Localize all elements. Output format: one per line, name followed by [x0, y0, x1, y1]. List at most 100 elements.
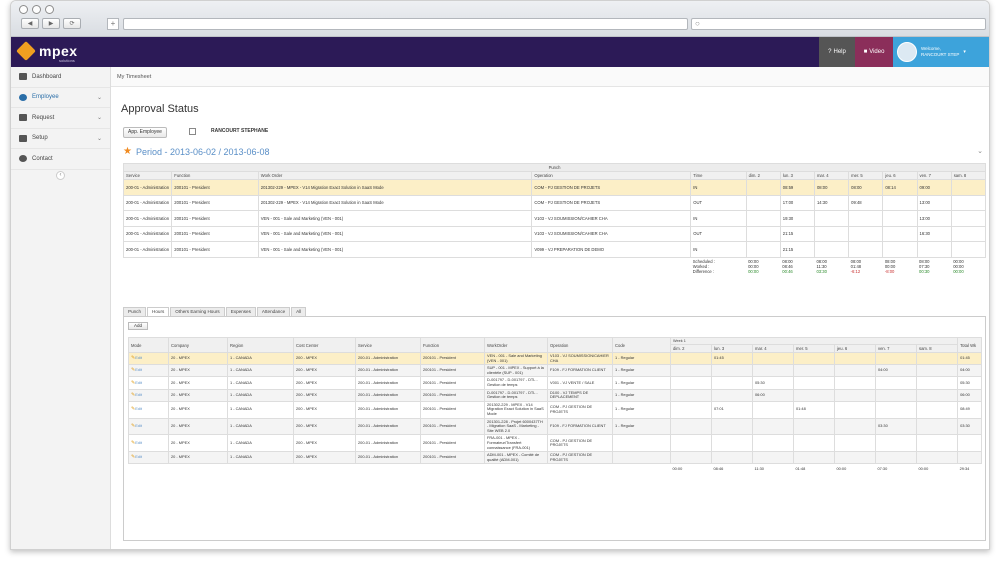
video-icon: ■	[863, 49, 868, 55]
employee-checkbox[interactable]	[189, 128, 196, 135]
maximize-window-icon[interactable]	[45, 5, 54, 14]
minimize-window-icon[interactable]	[32, 5, 41, 14]
day-hours-cell	[834, 434, 876, 453]
edit-link[interactable]: ✎Edit	[128, 417, 169, 436]
period-expand-chevron-icon[interactable]: ⌄	[977, 147, 983, 155]
back-button[interactable]: ◀	[21, 18, 39, 29]
punch-cell: 200-01 - Administration	[122, 194, 173, 211]
browser-window: ◀ ▶ ⟳ + ○ mpex solutions ? Help ■ Video We…	[10, 0, 990, 550]
app-employee-button[interactable]: App. Employee	[123, 127, 167, 138]
punch-cell: 09:48	[848, 194, 884, 211]
totals-label: Scheduled : Worked : Difference :	[692, 258, 715, 274]
browser-search-bar[interactable]: ○	[691, 18, 986, 30]
tab-punch[interactable]: Punch	[123, 307, 147, 316]
edit-link[interactable]: ✎Edit	[128, 434, 169, 453]
punch-column-header: dim. 2	[745, 171, 781, 180]
punch-cell	[813, 241, 850, 258]
hours-row[interactable]: ✎Edit 20 - MPEX 1 - CANADA 200 - MPEX 200-01…	[128, 434, 983, 453]
punch-cell: V103 - VJ SOUMISSION/CAHIER CHA	[531, 225, 692, 242]
hours-cell-wo: 201301-228 - Projet 6000437TH - Migratio…	[484, 417, 548, 436]
video-button[interactable]: ■ Video	[855, 37, 893, 67]
hours-row[interactable]: ✎Edit 20 - MPEX 1 - CANADA 200 - MPEX 200-01…	[128, 417, 983, 436]
sidebar-item-dashboard[interactable]: Dashboard	[11, 67, 110, 88]
day-hours-cell	[915, 364, 959, 378]
hours-row[interactable]: ✎Edit 20 - MPEX 1 - CANADA 200 - MPEX 200-01…	[128, 400, 983, 419]
edit-link[interactable]: ✎Edit	[128, 451, 169, 465]
hours-cell-wo: ADM-001 - MPEX - Comité de qualité (ADM-…	[484, 451, 548, 465]
help-button[interactable]: ? Help	[819, 37, 855, 67]
punch-row[interactable]: 200-01 - Administration 200101 - Presiden…	[122, 225, 987, 242]
punch-row[interactable]: 200-01 - Administration 200101 - Presiden…	[122, 241, 987, 258]
punch-row[interactable]: 200-01 - Administration 200101 - Presiden…	[122, 194, 987, 211]
punch-cell: COM - PJ GESTION DE PROJETS	[531, 194, 692, 211]
edit-link[interactable]: ✎Edit	[128, 376, 169, 390]
user-menu[interactable]: Welcome, RANCOURT STEP ▾	[893, 37, 989, 67]
tab-others-earning-hours[interactable]: Others Earning Hours	[170, 307, 225, 316]
total-difference: -8:00	[884, 268, 895, 274]
row-total-cell: 03:30	[957, 417, 983, 436]
punch-cell: 200101 - President	[171, 210, 259, 227]
add-button[interactable]: Add	[128, 322, 148, 330]
hours-cell-op: COM - PJ GESTION DE PROJETS	[547, 400, 613, 419]
tab-expenses[interactable]: Expenses	[225, 307, 256, 316]
row-total-cell	[957, 434, 983, 453]
hours-row[interactable]: ✎Edit 20 - MPEX 1 - CANADA 200 - MPEX 200-01…	[128, 376, 983, 390]
punch-row[interactable]: 200-01 - Administration 200101 - Presiden…	[122, 179, 987, 196]
tab-attendance[interactable]: Attendance	[256, 307, 291, 316]
day-hours-cell	[793, 388, 835, 402]
sidebar-item-employee[interactable]: Employee ⌄	[11, 88, 110, 108]
punch-cell: 201302-229 - MPEX - V14 Migration Exact …	[257, 179, 533, 196]
punch-cell	[950, 210, 987, 227]
close-window-icon[interactable]	[19, 5, 28, 14]
hours-cell-function: 200101 - President	[420, 351, 485, 366]
edit-link[interactable]: ✎Edit	[128, 388, 169, 402]
tab-hours[interactable]: Hours	[147, 307, 170, 316]
day-hours-cell	[793, 451, 835, 465]
day-hours-cell	[752, 451, 794, 465]
edit-link[interactable]: ✎Edit	[128, 364, 169, 378]
day-hours-cell	[670, 434, 712, 453]
punch-column-header: Operation	[531, 171, 692, 180]
day-hours-cell	[793, 364, 835, 378]
hours-cell-function: 200101 - President	[420, 364, 485, 378]
reload-button[interactable]: ⟳	[63, 18, 81, 29]
punch-cell	[848, 210, 884, 227]
sidebar-item-contact[interactable]: Contact	[11, 149, 110, 170]
sidebar-item-setup[interactable]: Setup ⌄	[11, 129, 110, 149]
main-content: My Timesheet Approval Status App. Employ…	[111, 67, 989, 549]
punch-cell: IN	[690, 210, 747, 227]
day-column-header: ven. 7	[875, 344, 917, 353]
forward-button[interactable]: ▶	[42, 18, 60, 29]
edit-link[interactable]: ✎Edit	[128, 351, 169, 366]
hours-cell-service: 200-01 - Administration	[355, 417, 421, 436]
hours-cell-company: 20 - MPEX	[168, 388, 228, 402]
punch-row[interactable]: 200-01 - Administration 200101 - Presiden…	[122, 210, 987, 227]
hours-cell-wo: VEN - 001 - Sale and Marketing (VEN - 00…	[484, 351, 548, 366]
punch-cell: V099 - VJ PREPARATION DE DEMO	[531, 241, 692, 258]
hours-row[interactable]: ✎Edit 20 - MPEX 1 - CANADA 200 - MPEX 200-01…	[128, 351, 983, 366]
hours-cell-region: 1 - CANADA	[227, 434, 294, 453]
day-hours-cell	[875, 351, 917, 366]
tab-all[interactable]: All	[291, 307, 307, 316]
hours-cell-company: 20 - MPEX	[168, 364, 228, 378]
period-header[interactable]: ★ Period - 2013-06-02 / 2013-06-08	[123, 146, 270, 157]
punch-cell: 200-01 - Administration	[122, 179, 173, 196]
hours-row[interactable]: ✎Edit 20 - MPEX 1 - CANADA 200 - MPEX 200-01…	[128, 364, 983, 378]
new-tab-button[interactable]: +	[107, 18, 119, 30]
day-hours-cell: 04:00	[875, 364, 917, 378]
hours-cell-company: 20 - MPEX	[168, 417, 228, 436]
address-bar[interactable]	[123, 18, 688, 30]
edit-link[interactable]: ✎Edit	[128, 400, 169, 419]
hours-cell-company: 20 - MPEX	[168, 376, 228, 390]
hours-row[interactable]: ✎Edit 20 - MPEX 1 - CANADA 200 - MPEX 200-01…	[128, 388, 983, 402]
punch-cell: 13:00	[916, 210, 952, 227]
day-hours-cell	[793, 434, 835, 453]
row-total-cell: 01:45	[957, 351, 983, 366]
hours-cell-region: 1 - CANADA	[227, 417, 294, 436]
punch-cell: VEN - 001 - Sale and Marketing (VEN - 00…	[257, 225, 533, 242]
hours-row[interactable]: ✎Edit 20 - MPEX 1 - CANADA 200 - MPEX 200-01…	[128, 451, 983, 465]
app-logo[interactable]: mpex solutions	[16, 41, 78, 63]
day-hours-cell: 06:00	[752, 388, 794, 402]
collapse-sidebar-button[interactable]: ‹	[56, 171, 65, 180]
sidebar-item-request[interactable]: Request ⌄	[11, 108, 110, 129]
